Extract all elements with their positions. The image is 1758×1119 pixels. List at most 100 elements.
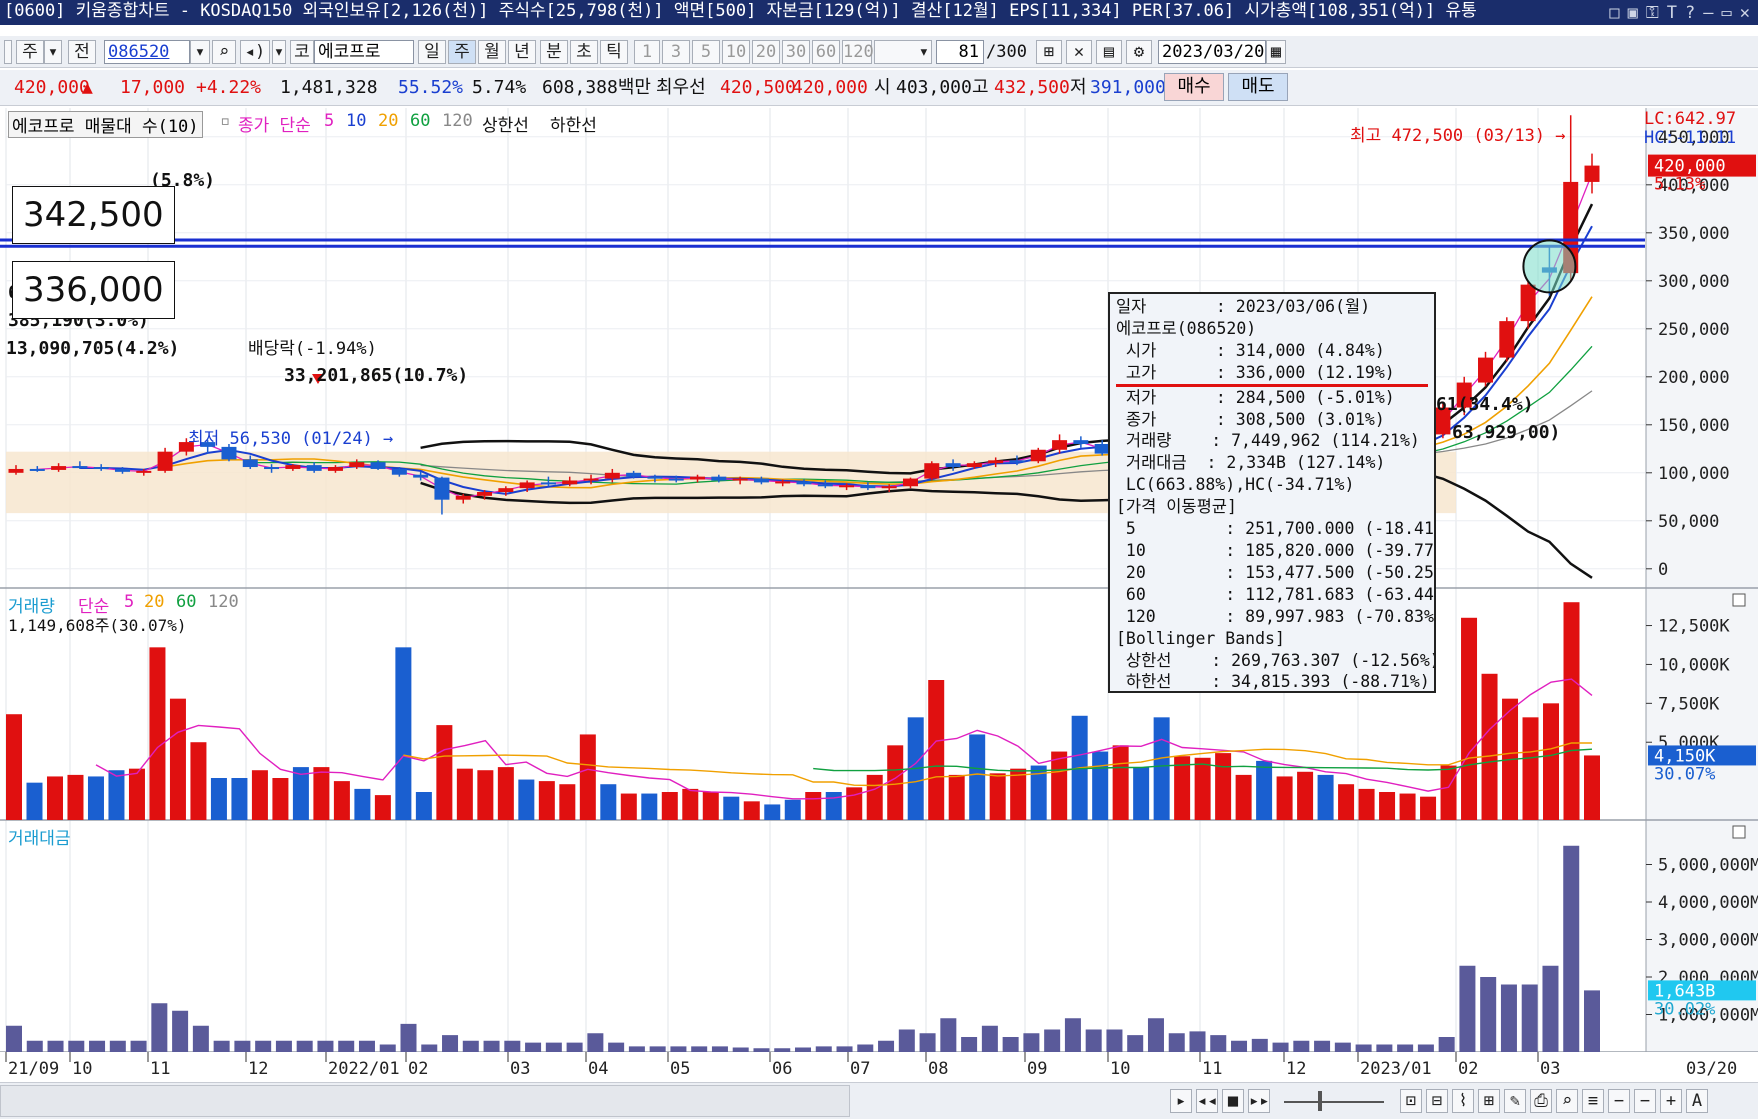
period-select[interactable]: 주 bbox=[16, 40, 44, 64]
code-dropdown-icon[interactable]: ▾ bbox=[190, 40, 210, 64]
speaker-icon[interactable]: ◂) bbox=[240, 40, 270, 64]
volume-bar bbox=[1584, 755, 1600, 820]
zoom-in-icon[interactable]: + bbox=[1660, 1089, 1682, 1113]
close-icon[interactable]: ✕ bbox=[1740, 3, 1750, 23]
amount-bar bbox=[1044, 1029, 1061, 1052]
search-small-icon[interactable]: ⌕ bbox=[1556, 1089, 1578, 1113]
tab-month[interactable]: 월 bbox=[478, 40, 506, 64]
speaker-dropdown-icon[interactable]: ▾ bbox=[272, 40, 286, 64]
volume-bar bbox=[415, 792, 432, 820]
tab-year[interactable]: 년 bbox=[508, 40, 536, 64]
zoom-out-icon[interactable]: − bbox=[1608, 1089, 1630, 1113]
maximize-icon[interactable]: ▭ bbox=[1722, 3, 1732, 23]
interval-3[interactable]: 3 bbox=[662, 40, 690, 64]
candle-body bbox=[626, 472, 642, 477]
amount-bar bbox=[774, 1048, 791, 1052]
save-icon[interactable]: ▤ bbox=[1096, 40, 1122, 64]
tab-week[interactable]: 주 bbox=[448, 40, 476, 64]
best-bid: 420,000 bbox=[792, 77, 868, 98]
amount-bar bbox=[1584, 990, 1600, 1052]
price-y-tick-label: 300,000 bbox=[1658, 272, 1730, 292]
layout-icon[interactable]: ⊡ bbox=[1400, 1089, 1422, 1113]
market-select[interactable]: 코 bbox=[290, 40, 314, 64]
amount-y-tick-label: 5,000,000M bbox=[1658, 856, 1758, 876]
chevron-down-icon[interactable]: ▾ bbox=[44, 40, 62, 64]
amount-bar bbox=[981, 1025, 998, 1052]
volume-bar bbox=[661, 792, 678, 820]
candle-body bbox=[242, 459, 258, 468]
candle-body bbox=[519, 482, 535, 489]
split-icon[interactable]: ⊟ bbox=[1426, 1089, 1448, 1113]
volume-bar bbox=[559, 784, 576, 820]
amount-bar bbox=[151, 1003, 168, 1052]
crosshair-icon[interactable]: ✕ bbox=[1066, 40, 1092, 64]
play-icon[interactable]: ▸ bbox=[1170, 1089, 1192, 1113]
stop-icon[interactable]: ■ bbox=[1222, 1089, 1244, 1113]
candle-body bbox=[1520, 284, 1536, 322]
volume-bar bbox=[887, 745, 904, 820]
interval-custom-select[interactable]: ▾ bbox=[874, 40, 932, 64]
amount-bar bbox=[649, 1046, 666, 1052]
legend-ma10: 10 bbox=[346, 111, 367, 131]
turnover-rate: 5.74% bbox=[472, 77, 527, 98]
search-icon[interactable]: ⌕ bbox=[212, 40, 236, 64]
legend-ma60: 60 bbox=[410, 111, 431, 131]
prev-button[interactable]: 전 bbox=[68, 40, 96, 64]
volume-bar bbox=[743, 801, 760, 820]
lock-icon[interactable]: ⚿ bbox=[1646, 3, 1659, 23]
candle-type-icon[interactable]: ⊞ bbox=[1036, 40, 1062, 64]
tab-second[interactable]: 초 bbox=[570, 40, 598, 64]
change-percent: +4.22% bbox=[196, 77, 262, 98]
font-size-icon[interactable]: A bbox=[1686, 1089, 1708, 1113]
interval-60[interactable]: 60 bbox=[812, 40, 840, 64]
interval-20[interactable]: 20 bbox=[752, 40, 780, 64]
buy-button[interactable]: 매수 bbox=[1164, 73, 1224, 101]
tab-tick[interactable]: 틱 bbox=[600, 40, 628, 64]
fast-forward-icon[interactable]: ▸▸ bbox=[1248, 1089, 1270, 1113]
volume-bar bbox=[374, 795, 391, 820]
print-icon[interactable]: ⎙ bbox=[1530, 1089, 1552, 1113]
amount-legend-title[interactable]: 거래대금 bbox=[8, 824, 71, 849]
interval-30[interactable]: 30 bbox=[782, 40, 810, 64]
low-price: 391,000 bbox=[1090, 77, 1166, 98]
volume-bar bbox=[1256, 760, 1273, 820]
help-icon[interactable]: ? bbox=[1685, 3, 1695, 23]
grid-icon[interactable]: ⊞ bbox=[1478, 1089, 1500, 1113]
interval-120[interactable]: 120 bbox=[842, 40, 874, 64]
tools-icon[interactable]: ⌇ bbox=[1452, 1089, 1474, 1113]
x-axis-current-date: 03/20 bbox=[1686, 1059, 1737, 1079]
interval-5[interactable]: 5 bbox=[692, 40, 720, 64]
code-input[interactable]: 086520 bbox=[104, 40, 190, 64]
restore-icon[interactable]: □ bbox=[1609, 3, 1619, 23]
amount-last-label: 1,643B bbox=[1654, 981, 1715, 1001]
sell-button[interactable]: 매도 bbox=[1228, 73, 1288, 101]
chart-area[interactable]: 450,000400,000350,000300,000250,000200,0… bbox=[0, 108, 1758, 1088]
minimize-icon[interactable]: — bbox=[1703, 3, 1713, 23]
legend-ma-label: 종가 단순 bbox=[238, 116, 311, 136]
calendar-icon[interactable]: ▦ bbox=[1266, 40, 1286, 64]
horizontal-scrollbar[interactable] bbox=[0, 1085, 850, 1117]
amount-bar bbox=[172, 1010, 189, 1052]
pen-icon[interactable]: ✎ bbox=[1504, 1089, 1526, 1113]
amount-bar bbox=[1147, 1018, 1164, 1052]
pin-icon[interactable]: T bbox=[1667, 3, 1677, 23]
amount-bar bbox=[1314, 1040, 1331, 1052]
tile-icon[interactable]: ▣ bbox=[1628, 3, 1638, 23]
stock-name-input[interactable]: 에코프로 bbox=[314, 40, 414, 64]
candle-body bbox=[839, 485, 855, 488]
list-icon[interactable]: ≡ bbox=[1582, 1089, 1604, 1113]
tab-day[interactable]: 일 bbox=[418, 40, 446, 64]
date-input[interactable]: 2023/03/20 bbox=[1158, 40, 1266, 64]
interval-10[interactable]: 10 bbox=[722, 40, 750, 64]
candle-body bbox=[1499, 321, 1515, 358]
price-legend-title[interactable]: 에코프로 매물대 수(10) bbox=[8, 111, 203, 138]
volume-bar bbox=[641, 793, 658, 820]
rewind-icon[interactable]: ◂◂ bbox=[1196, 1089, 1218, 1113]
zoom-slider[interactable] bbox=[1284, 1101, 1384, 1103]
count-input[interactable]: 81 bbox=[936, 40, 984, 64]
zoom-slider-handle[interactable] bbox=[1318, 1091, 1322, 1111]
settings-small-icon[interactable]: − bbox=[1634, 1089, 1656, 1113]
gear-icon[interactable]: ⚙ bbox=[1126, 40, 1152, 64]
interval-1[interactable]: 1 bbox=[634, 40, 660, 64]
tab-minute[interactable]: 분 bbox=[540, 40, 568, 64]
